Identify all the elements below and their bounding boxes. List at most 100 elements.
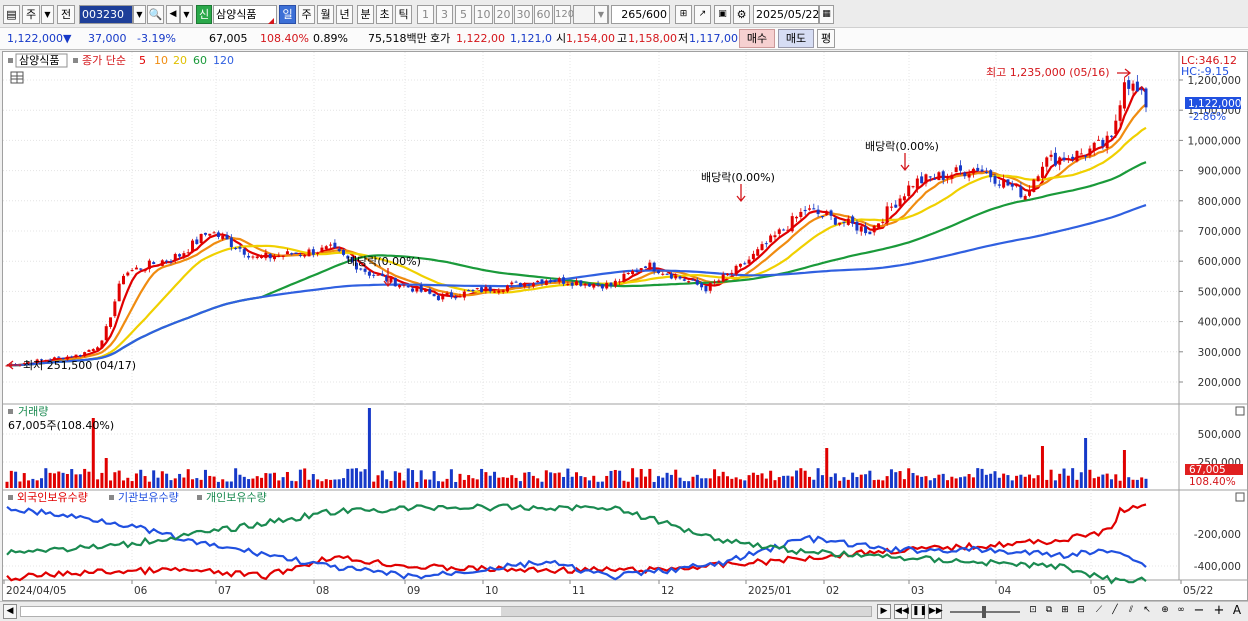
calendar-icon[interactable]: ▦ <box>819 5 834 24</box>
eval-button[interactable]: 평 <box>817 29 835 48</box>
line-tool-icon[interactable]: ⟋ <box>1092 604 1106 619</box>
volume-bar <box>1118 480 1122 488</box>
draw-tool-icon[interactable]: ↗ <box>694 5 711 24</box>
dividend-label-mar: 배당락(0.00%) <box>865 140 939 153</box>
candle-body <box>721 274 725 282</box>
buy-button[interactable]: 매수 <box>739 29 775 48</box>
volume-bar <box>1084 438 1088 488</box>
window-menu-icon[interactable]: ▤ <box>3 5 20 24</box>
interval-dropdown-icon[interactable]: ▼ <box>594 5 608 24</box>
magnet-icon[interactable]: ⊕ <box>1158 604 1172 619</box>
volume-bar <box>665 472 669 488</box>
candle-body <box>74 354 78 358</box>
count-field[interactable]: 265/600 <box>611 5 670 24</box>
date-field[interactable]: 2025/05/22 <box>753 5 819 24</box>
period-year[interactable]: 년 <box>336 5 353 24</box>
volume-bar <box>911 472 915 488</box>
sell-button[interactable]: 매도 <box>778 29 814 48</box>
volume-bar <box>83 468 87 488</box>
panel-close-icon[interactable] <box>1235 492 1245 502</box>
interval-30[interactable]: 30 <box>514 5 533 24</box>
link-icon[interactable]: ∞ <box>1174 604 1188 619</box>
count-value: 265 <box>621 8 643 21</box>
candle-body <box>600 284 604 289</box>
period-minute[interactable]: 분 <box>357 5 374 24</box>
interval-60[interactable]: 60 <box>534 5 553 24</box>
zoom-slider-handle[interactable] <box>982 606 986 618</box>
candle-body <box>436 295 440 301</box>
fib-tool-icon[interactable]: ⫽ <box>1124 604 1138 619</box>
layout-icon[interactable]: ⊞ <box>1058 604 1072 619</box>
volume-bar <box>579 476 583 488</box>
period-label: 년 <box>339 8 350 21</box>
scroll-right-icon[interactable]: ▶ <box>877 604 891 619</box>
speaker-dropdown-icon[interactable]: ▼ <box>180 5 193 24</box>
trend-tool-icon[interactable]: ╱ <box>1108 604 1122 619</box>
candle-body <box>307 249 311 257</box>
code-dropdown-icon[interactable]: ▼ <box>133 5 146 24</box>
candle-body <box>493 291 497 293</box>
scroll-left-icon[interactable]: ◀ <box>3 604 17 619</box>
interval-10[interactable]: 10 <box>474 5 493 24</box>
interval-3[interactable]: 3 <box>436 5 453 24</box>
candle-body <box>337 249 341 252</box>
crosshair-icon[interactable]: ⊡ <box>1026 604 1040 619</box>
bottom-scrollbar[interactable]: ◀ ▶ ◀◀ ❚❚ ▶▶ ⊡ ⧉ ⊞ ⊟ ⟋ ╱ ⫽ ↖ ⊕ ∞ − + A <box>0 601 1248 621</box>
volume-bar <box>311 474 315 488</box>
interval-5[interactable]: 5 <box>455 5 472 24</box>
stock-code-input[interactable]: 003230 <box>79 5 133 24</box>
pause-icon[interactable]: ❚❚ <box>911 604 927 619</box>
low-annotation: 최저 251,500 (04/17) <box>23 359 136 372</box>
volume-bar <box>980 468 984 488</box>
candle-body <box>130 270 134 272</box>
candle-body <box>743 263 747 265</box>
save-icon[interactable]: ▣ <box>714 5 731 24</box>
zoom-out-icon[interactable]: − <box>1192 604 1206 619</box>
stock-chart[interactable]: 1,200,0001,100,0001,000,000900,000800,00… <box>3 52 1247 600</box>
candle-body <box>160 260 164 266</box>
interval-20[interactable]: 20 <box>494 5 513 24</box>
volume-bar <box>367 408 371 488</box>
gear-icon[interactable]: ⚙ <box>733 5 750 24</box>
price-panel[interactable] <box>3 52 1179 404</box>
chart-area[interactable]: 1,200,000 1,100,000 1,000,000 900,000 800,00… <box>2 51 1248 601</box>
current-price: 1,122,000▼ <box>7 31 71 47</box>
volume-bar <box>807 476 811 488</box>
candle-body <box>91 349 95 351</box>
panel-close-icon[interactable] <box>1235 406 1245 416</box>
volume-bar <box>687 481 691 488</box>
period-month[interactable]: 월 <box>317 5 334 24</box>
go-first-icon[interactable]: ◀◀ <box>894 604 909 619</box>
high-annotation: 최고 1,235,000 (05/16) <box>986 66 1110 79</box>
volume-bar <box>1053 480 1057 488</box>
period-day[interactable]: 일 <box>279 5 296 24</box>
period-second[interactable]: 초 <box>376 5 393 24</box>
go-last-icon[interactable]: ▶▶ <box>928 604 943 619</box>
cursor-tool-icon[interactable]: ↖ <box>1140 604 1154 619</box>
period-tick[interactable]: 틱 <box>395 5 412 24</box>
candle-body <box>708 282 712 291</box>
font-size-icon[interactable]: A <box>1230 604 1244 619</box>
split-icon[interactable]: ⊟ <box>1074 604 1088 619</box>
candle-body <box>376 274 380 276</box>
volume-bar <box>618 470 622 488</box>
scroll-thumb[interactable] <box>501 607 871 616</box>
prev-button[interactable]: 전 <box>57 5 75 24</box>
legend-ma-title: 종가 단순 <box>82 54 126 67</box>
zoom-icon[interactable]: ⊞ <box>675 5 692 24</box>
period-week[interactable]: 주 <box>298 5 315 24</box>
volume-bar <box>790 476 794 488</box>
scroll-track[interactable] <box>20 606 872 617</box>
volume-bar <box>756 474 760 488</box>
interval-120[interactable]: 120 <box>554 5 574 24</box>
market-dropdown-icon[interactable]: ▼ <box>41 5 54 24</box>
volume-bar <box>851 472 855 488</box>
interval-1[interactable]: 1 <box>417 5 434 24</box>
speaker-icon[interactable]: ◀ <box>166 5 180 24</box>
copy-icon[interactable]: ⧉ <box>1042 604 1056 619</box>
market-select[interactable]: 주 <box>22 5 40 24</box>
volume-bar <box>199 479 203 488</box>
volume-bar <box>652 481 656 488</box>
zoom-in-icon[interactable]: + <box>1212 604 1226 619</box>
search-icon[interactable]: 🔍 <box>147 5 164 24</box>
